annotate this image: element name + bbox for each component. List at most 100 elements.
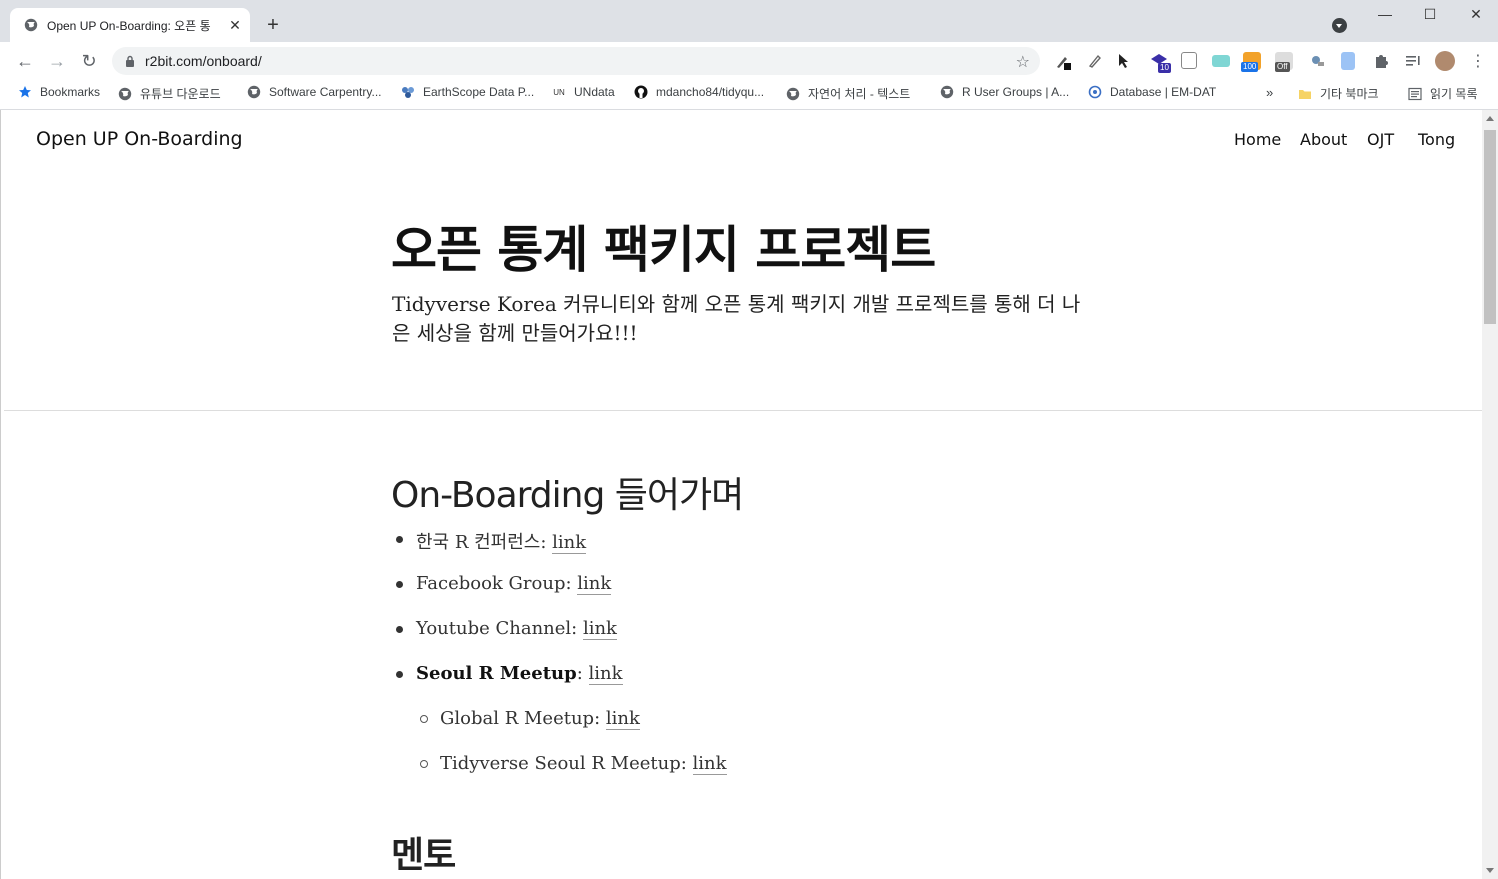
nav-link-ojt[interactable]: OJT bbox=[1367, 130, 1394, 149]
bookmark-item[interactable]: R User Groups | A... bbox=[940, 85, 1069, 99]
bullet bbox=[396, 581, 403, 588]
puzzle-icon[interactable] bbox=[1372, 52, 1390, 70]
bookmark-label: 자연어 처리 - 텍스트 bbox=[808, 87, 911, 101]
minimize-button[interactable]: — bbox=[1365, 6, 1405, 22]
url-text[interactable]: r2bit.com/onboard/ bbox=[145, 53, 262, 69]
bookmarks-bar: Bookmarks 유튜브 다운로드 Software Carpentry...… bbox=[0, 79, 1498, 110]
forward-button[interactable]: → bbox=[46, 50, 68, 72]
globe-icon bbox=[118, 87, 132, 101]
bookmark-label: mdancho84/tidyqu... bbox=[656, 85, 765, 99]
reload-button[interactable]: ↻ bbox=[78, 50, 100, 72]
bookmark-item[interactable]: 자연어 처리 - 텍스트 bbox=[786, 85, 910, 102]
page-subtitle: Tidyverse Korea 커뮤니티와 함께 오픈 통계 팩키지 개발 프로… bbox=[392, 292, 1081, 345]
folder-ext-icon[interactable] bbox=[1212, 55, 1230, 67]
star-icon bbox=[18, 85, 32, 99]
rss-ext-icon[interactable]: 100 bbox=[1241, 52, 1261, 72]
nav-link-tong[interactable]: Tong bbox=[1418, 130, 1455, 149]
back-button[interactable]: ← bbox=[14, 50, 36, 72]
tab-search-icon[interactable] bbox=[1332, 18, 1347, 33]
section-heading-mentor: 멘토 bbox=[391, 835, 456, 876]
menu-icon[interactable]: ⋮ bbox=[1467, 50, 1489, 72]
new-tab-button[interactable]: + bbox=[262, 14, 284, 36]
bookmark-item[interactable]: UN UNdata bbox=[552, 85, 615, 99]
toggle-ext-icon[interactable]: Off bbox=[1275, 52, 1293, 72]
eyedropper-ext-icon[interactable] bbox=[1054, 52, 1072, 70]
bookmark-item[interactable]: 유튜브 다운로드 bbox=[118, 85, 221, 102]
list-item-text: Global R Meetup: bbox=[440, 708, 606, 729]
bookmark-item[interactable]: mdancho84/tidyqu... bbox=[634, 85, 764, 99]
divider bbox=[4, 410, 1482, 411]
bullet bbox=[420, 760, 428, 768]
bookmark-item[interactable]: Software Carpentry... bbox=[247, 85, 382, 99]
folder-icon bbox=[1298, 87, 1312, 101]
list-item-text: Youtube Channel: bbox=[416, 618, 583, 639]
seoul-r-meetup-link[interactable]: link bbox=[588, 663, 623, 685]
bookmark-item[interactable]: EarthScope Data P... bbox=[401, 85, 534, 99]
github-icon bbox=[634, 85, 648, 99]
tab-strip: Open UP On-Boarding: 오픈 통 ✕ + — ☐ ✕ bbox=[0, 0, 1498, 42]
nav-link-home[interactable]: Home bbox=[1234, 130, 1281, 149]
earthscope-icon bbox=[401, 85, 415, 99]
close-window-button[interactable]: ✕ bbox=[1456, 6, 1496, 23]
bookmark-label: EarthScope Data P... bbox=[423, 85, 535, 99]
emdat-icon bbox=[1088, 85, 1102, 99]
reading-list-icon bbox=[1408, 87, 1422, 101]
bookmark-label: 기타 북마크 bbox=[1320, 87, 1379, 101]
satellite-ext-icon[interactable] bbox=[1308, 52, 1326, 70]
globe-icon bbox=[786, 87, 800, 101]
docs-ext-icon[interactable] bbox=[1341, 52, 1355, 70]
list-item-text: Seoul R Meetup bbox=[416, 663, 577, 684]
ext-badge-100: 100 bbox=[1241, 62, 1259, 72]
tab-title: Open UP On-Boarding: 오픈 통 bbox=[47, 18, 211, 33]
list-item: Seoul R Meetup: link bbox=[396, 663, 623, 685]
bookmark-label: UNdata bbox=[574, 85, 615, 99]
un-icon: UN bbox=[553, 87, 565, 97]
ext-badge-10: 10 bbox=[1158, 63, 1171, 73]
page-viewport: Open UP On-Boarding Home About OJT Tong … bbox=[0, 110, 1483, 879]
page-title: 오픈 통계 팩키지 프로젝트 bbox=[391, 221, 936, 279]
address-bar[interactable]: r2bit.com/onboard/ ☆ bbox=[112, 47, 1040, 75]
bookmark-label: R User Groups | A... bbox=[962, 85, 1070, 99]
scroll-down-arrow[interactable] bbox=[1486, 868, 1494, 873]
bookmark-label: Bookmarks bbox=[40, 85, 101, 99]
bookmark-item[interactable]: Database | EM-DAT bbox=[1088, 85, 1216, 99]
scroll-up-arrow[interactable] bbox=[1486, 116, 1494, 121]
bullet bbox=[420, 715, 428, 723]
facebook-group-link[interactable]: link bbox=[577, 573, 612, 595]
tidyverse-seoul-meetup-link[interactable]: link bbox=[692, 753, 727, 775]
avatar[interactable] bbox=[1435, 51, 1455, 71]
nav-link-about[interactable]: About bbox=[1300, 130, 1347, 149]
reader-ext-icon[interactable] bbox=[1181, 52, 1197, 69]
bullet bbox=[396, 536, 403, 543]
lock-icon[interactable] bbox=[124, 54, 136, 68]
list-item: Global R Meetup: link bbox=[420, 708, 640, 730]
scrollbar[interactable] bbox=[1482, 110, 1498, 879]
bullet bbox=[396, 671, 403, 678]
reading-list-button[interactable]: 읽기 목록 bbox=[1408, 85, 1478, 102]
korea-r-conference-link[interactable]: link bbox=[552, 532, 587, 554]
other-bookmarks-folder[interactable]: 기타 북마크 bbox=[1298, 85, 1379, 102]
tab-close-icon[interactable]: ✕ bbox=[226, 17, 244, 34]
bookmark-star-icon[interactable]: ☆ bbox=[1016, 52, 1030, 72]
bookmark-label: 유튜브 다운로드 bbox=[140, 87, 221, 101]
global-r-meetup-link[interactable]: link bbox=[605, 708, 640, 730]
browser-toolbar: ← → ↻ r2bit.com/onboard/ ☆ 10 100 Off ⋮ bbox=[0, 42, 1498, 79]
youtube-channel-link[interactable]: link bbox=[582, 618, 617, 640]
ext-badge-off: Off bbox=[1275, 62, 1290, 72]
list-item-text: 한국 R 컨퍼런스: bbox=[416, 532, 553, 553]
globe-icon bbox=[24, 18, 38, 32]
active-tab[interactable]: Open UP On-Boarding: 오픈 통 ✕ bbox=[10, 8, 250, 42]
list-item-suffix: : bbox=[576, 663, 589, 684]
site-title[interactable]: Open UP On-Boarding bbox=[36, 128, 243, 150]
bookmark-item[interactable]: Bookmarks bbox=[18, 85, 100, 99]
globe-icon bbox=[247, 85, 261, 99]
globe-icon bbox=[940, 85, 954, 99]
bookmark-label: Software Carpentry... bbox=[269, 85, 382, 99]
maximize-button[interactable]: ☐ bbox=[1410, 6, 1450, 23]
pen-ext-icon[interactable] bbox=[1086, 52, 1104, 70]
scroll-thumb[interactable] bbox=[1484, 130, 1496, 324]
bookmarks-more-button[interactable]: » bbox=[1266, 85, 1273, 100]
cursor-ext-icon[interactable] bbox=[1116, 52, 1134, 70]
media-control-icon[interactable] bbox=[1404, 52, 1422, 70]
scholar-ext-icon[interactable]: 10 bbox=[1150, 52, 1171, 73]
